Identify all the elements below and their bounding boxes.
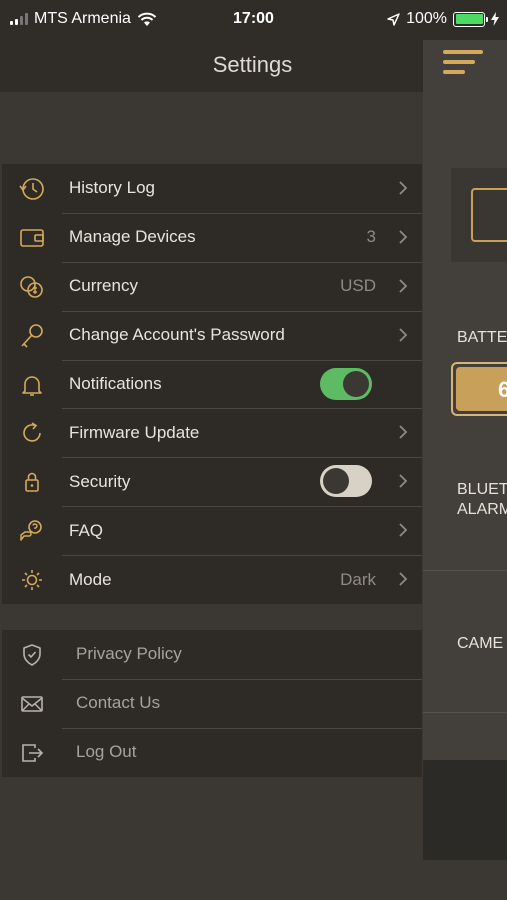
footer-row-label: Contact Us xyxy=(76,693,161,713)
chevron-right-icon xyxy=(398,180,408,196)
notifications-toggle[interactable] xyxy=(320,367,372,400)
status-right: 100% xyxy=(387,10,499,28)
settings-row-change-password[interactable]: Change Account's Password xyxy=(2,310,422,360)
settings-row-label: Security xyxy=(69,471,131,491)
settings-row-label: History Log xyxy=(69,178,155,198)
settings-row-manage-devices[interactable]: Manage Devices 3 xyxy=(2,212,422,262)
history-clock-icon xyxy=(18,176,46,202)
settings-row-label: Mode xyxy=(69,569,112,589)
settings-row-label: Change Account's Password xyxy=(69,325,285,345)
settings-row-currency[interactable]: Currency USD xyxy=(2,261,422,311)
device-frame-icon xyxy=(471,188,507,242)
chevron-right-icon xyxy=(398,327,408,343)
chevron-right-icon xyxy=(398,229,408,245)
location-arrow-icon xyxy=(387,12,400,26)
chevron-right-icon xyxy=(398,571,408,587)
faq-icon xyxy=(18,518,46,544)
battery-button[interactable]: 6 xyxy=(451,362,507,416)
settings-row-security[interactable]: Security xyxy=(2,457,422,506)
chevron-right-icon xyxy=(398,522,408,538)
settings-row-history-log[interactable]: History Log xyxy=(2,164,422,213)
main-panel[interactable]: BATTE 6 BLUET ALARM CAME xyxy=(423,40,507,800)
settings-row-label: Firmware Update xyxy=(69,422,200,442)
main-bottom-bar xyxy=(423,760,507,860)
chevron-right-icon xyxy=(398,424,408,440)
sun-icon xyxy=(18,567,46,593)
footer-row-privacy-policy[interactable]: Privacy Policy xyxy=(2,630,422,679)
envelope-icon xyxy=(18,691,46,717)
divider xyxy=(423,570,507,571)
header: Settings xyxy=(0,40,423,92)
battery-percent: 100% xyxy=(406,10,447,27)
chevron-right-icon xyxy=(398,473,408,489)
settings-row-value: 3 xyxy=(366,227,376,247)
footer-list: Privacy Policy Contact Us Log Out xyxy=(2,630,422,777)
settings-row-label: Manage Devices xyxy=(69,227,196,247)
key-icon xyxy=(18,323,46,349)
wallet-icon xyxy=(18,225,46,251)
bell-icon xyxy=(18,372,46,398)
settings-row-notifications[interactable]: Notifications xyxy=(2,359,422,409)
camera-label: CAME xyxy=(457,635,504,652)
hamburger-menu-icon[interactable] xyxy=(443,48,487,82)
settings-row-label: Notifications xyxy=(69,374,162,393)
battery-value: 6 xyxy=(456,367,507,411)
footer-row-contact-us[interactable]: Contact Us xyxy=(2,678,422,728)
alarm-label: ALARM xyxy=(457,501,507,518)
settings-row-value: Dark xyxy=(340,569,376,589)
shield-icon xyxy=(18,642,46,668)
divider xyxy=(423,712,507,713)
settings-row-label: FAQ xyxy=(69,520,104,540)
charging-icon xyxy=(491,12,499,26)
chevron-right-icon xyxy=(398,278,408,294)
security-toggle[interactable] xyxy=(320,465,372,498)
settings-row-firmware-update[interactable]: Firmware Update xyxy=(2,408,422,457)
bluetooth-label: BLUET xyxy=(457,481,507,498)
settings-row-faq[interactable]: FAQ xyxy=(2,506,422,555)
logout-icon xyxy=(18,740,46,766)
status-bar: MTS Armenia 17:00 100% xyxy=(0,0,507,40)
battery-label: BATTE xyxy=(457,329,507,346)
refresh-icon xyxy=(18,420,46,446)
battery-icon xyxy=(453,11,488,27)
coins-icon xyxy=(18,274,46,300)
footer-row-label: Privacy Policy xyxy=(76,644,182,664)
device-tile[interactable] xyxy=(451,168,507,262)
settings-row-label: Currency xyxy=(69,276,138,296)
main-topbar xyxy=(423,40,507,92)
settings-list: History Log Manage Devices 3 Currency US… xyxy=(2,164,422,605)
settings-row-mode[interactable]: Mode Dark xyxy=(2,555,422,604)
settings-row-value: USD xyxy=(340,276,376,296)
footer-row-log-out[interactable]: Log Out xyxy=(2,727,422,777)
footer-row-label: Log Out xyxy=(76,742,137,762)
lock-icon xyxy=(18,469,46,495)
